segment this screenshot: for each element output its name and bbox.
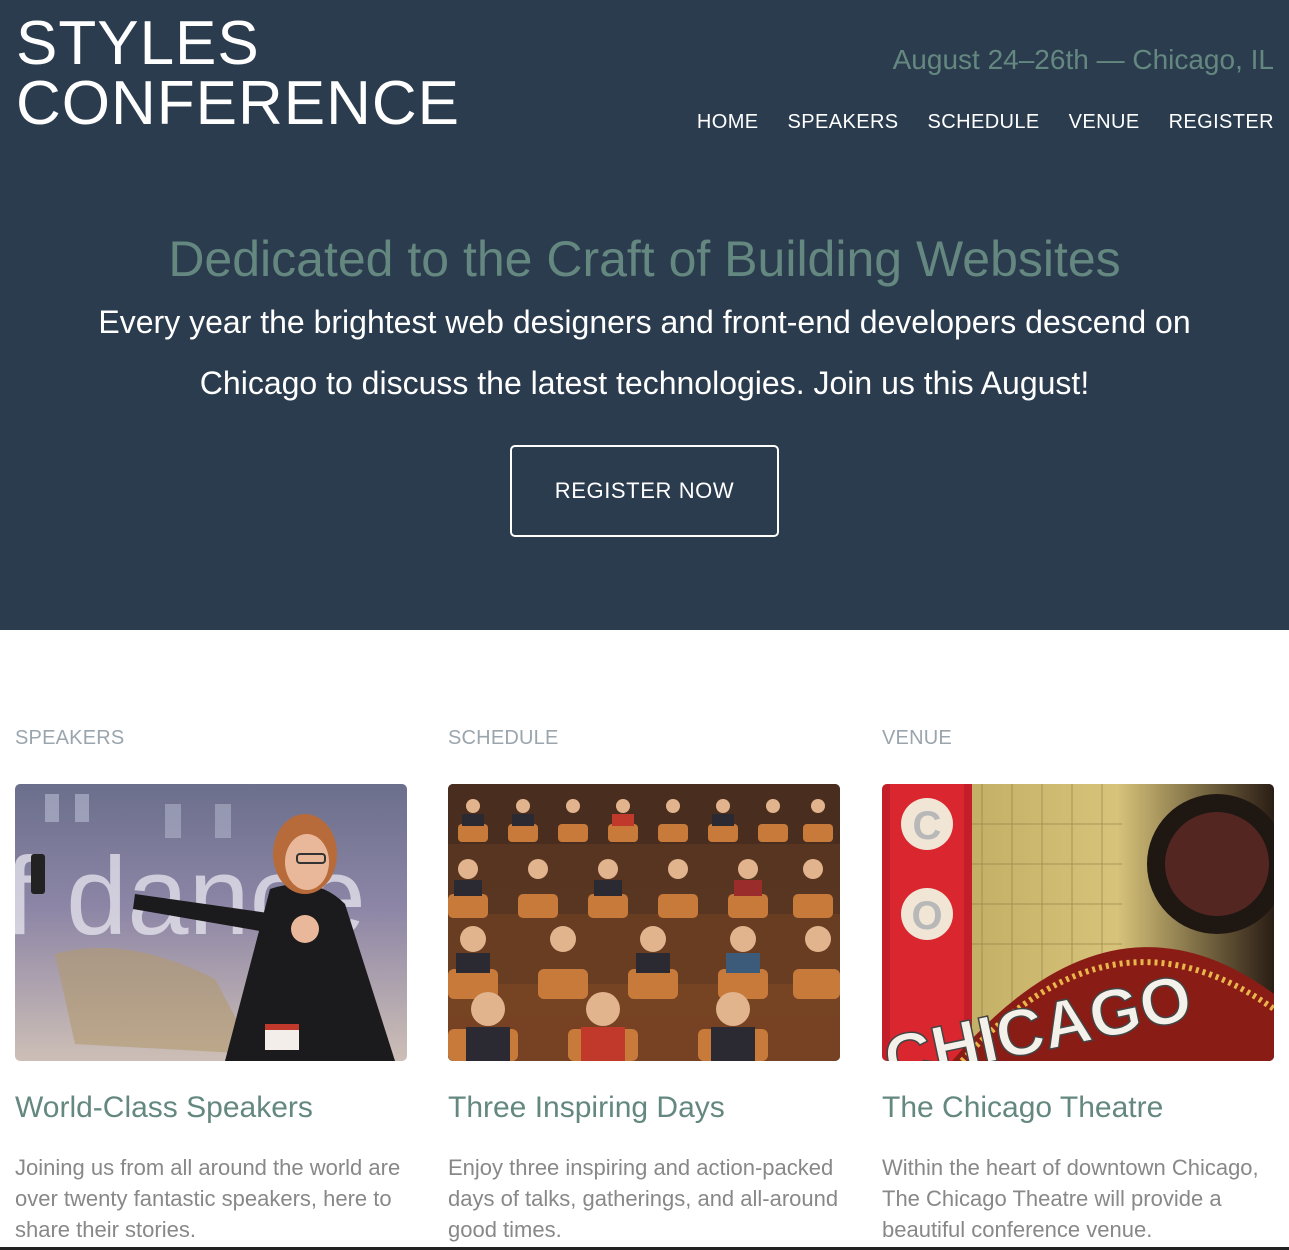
audience-photo-graphic [448, 784, 840, 1061]
register-now-button[interactable]: REGISTER NOW [510, 445, 779, 537]
chicago-theatre-photo[interactable]: C O CHICAGO [882, 784, 1274, 1061]
svg-text:C: C [913, 804, 942, 848]
nav-item-register: REGISTER [1169, 110, 1274, 134]
nav-link-venue[interactable]: VENUE [1069, 110, 1140, 134]
teaser-label: SPEAKERS [15, 727, 125, 749]
logo-line-1: STYLES [16, 9, 260, 78]
svg-text:O: O [911, 894, 942, 938]
teaser-title[interactable]: The Chicago Theatre [882, 1090, 1163, 1126]
nav-item-schedule: SCHEDULE [928, 110, 1040, 134]
event-date-location: August 24–26th — Chicago, IL [892, 44, 1274, 75]
teaser-text: Within the heart of downtown Chicago, Th… [882, 1155, 1259, 1242]
chicago-theatre-photo-graphic: C O CHICAGO [882, 784, 1274, 1061]
teaser-section: SPEAKERS f dance World-Class Speakers Jo… [0, 630, 1289, 1250]
hero-lead: Every year the brightest web designers a… [98, 304, 1191, 401]
teaser-title[interactable]: Three Inspiring Days [448, 1090, 725, 1126]
nav-link-register[interactable]: REGISTER [1169, 110, 1274, 134]
primary-nav: HOME SPEAKERS SCHEDULE VENUE REGISTER [697, 110, 1274, 134]
logo-line-2: CONFERENCE [16, 69, 461, 138]
teaser-text: Joining us from all around the world are… [15, 1155, 401, 1242]
nav-item-home: HOME [697, 110, 759, 134]
nav-link-schedule[interactable]: SCHEDULE [928, 110, 1040, 134]
teaser-text: Enjoy three inspiring and action-packed … [448, 1155, 839, 1242]
hero-title: Dedicated to the Craft of Building Websi… [168, 231, 1121, 287]
teaser-label: VENUE [882, 727, 952, 749]
nav-link-home[interactable]: HOME [697, 110, 759, 134]
audience-photo[interactable] [448, 784, 840, 1061]
teaser-label: SCHEDULE [448, 727, 559, 749]
speaker-photo[interactable]: f dance [15, 784, 407, 1061]
nav-item-venue: VENUE [1069, 110, 1140, 134]
hero-header: STYLES CONFERENCE August 24–26th — Chica… [0, 0, 1289, 630]
site-logo[interactable]: STYLES CONFERENCE [16, 9, 461, 138]
nav-item-speakers: SPEAKERS [788, 110, 899, 134]
teaser-title[interactable]: World-Class Speakers [15, 1090, 313, 1126]
nav-link-speakers[interactable]: SPEAKERS [788, 110, 899, 134]
speaker-photo-graphic: f dance [15, 784, 407, 1061]
